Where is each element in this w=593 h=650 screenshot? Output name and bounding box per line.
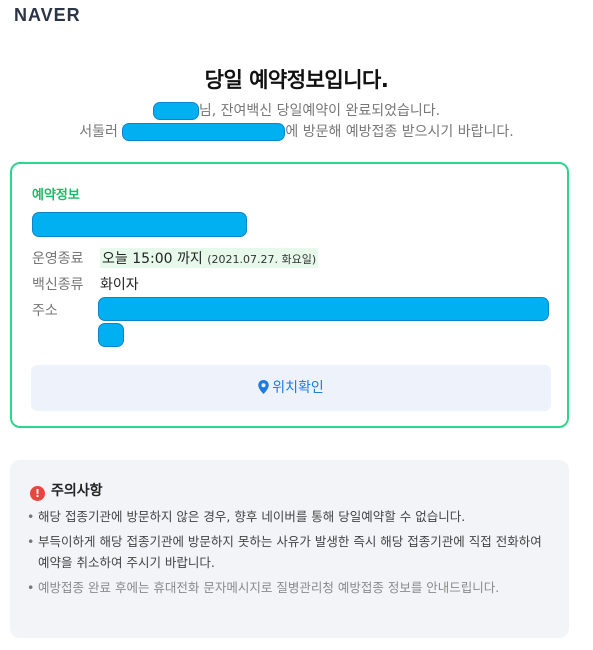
notice-title-text: 주의사항 [51, 483, 103, 499]
message-line-2: 서둘러 에 방문해 예방접종 받으시기 바랍니다. [0, 122, 593, 143]
operating-hours-value: 오늘 15:00 까지 (2021.07.27. 화요일) [100, 248, 319, 268]
message-line1-text: 님, 잔여백신 당일예약이 완료되었습니다. [198, 103, 441, 119]
message-line2-prefix: 서둘러 [79, 124, 123, 140]
redacted-clinic-name [122, 123, 286, 141]
operating-hours-time: 오늘 15:00 까지 [102, 251, 203, 267]
notice-item: 해당 접종기관에 방문하지 않은 경우, 향후 네이버를 통해 당일예약할 수 … [27, 506, 552, 527]
map-pin-icon [258, 379, 269, 394]
reservation-info-card: 예약정보 운영종료 오늘 15:00 까지 (2021.07.27. 화요일) … [10, 162, 569, 428]
message-line2-suffix: 에 방문해 예방접종 받으시기 바랍니다. [285, 124, 514, 140]
redacted-user-name [152, 102, 199, 120]
vaccine-type-value: 화이자 [100, 277, 139, 293]
reservation-section-label: 예약정보 [32, 188, 80, 203]
redacted-clinic-title [32, 212, 247, 237]
exclamation-circle-icon: ! [30, 486, 45, 501]
naver-logo[interactable]: NAVER [14, 5, 81, 26]
address-label: 주소 [32, 303, 58, 319]
address-row: 주소 [32, 300, 58, 320]
vaccine-type-label: 백신종류 [32, 277, 84, 293]
operating-hours-row: 운영종료 오늘 15:00 까지 (2021.07.27. 화요일) [32, 248, 319, 268]
notice-box: ! 주의사항 해당 접종기관에 방문하지 않은 경우, 향후 네이버를 통해 당일… [10, 460, 569, 638]
confirmation-message: 님, 잔여백신 당일예약이 완료되었습니다. 서둘러 에 방문해 예방접종 받으… [0, 101, 593, 143]
notice-title: ! 주의사항 [30, 480, 103, 501]
location-check-button[interactable]: 위치확인 [31, 365, 551, 411]
notice-item: 예방접종 완료 후에는 휴대전화 문자메시지로 질병관리청 예방접종 정보를 안… [27, 577, 552, 598]
redacted-address-line-2 [98, 323, 124, 347]
vaccine-type-row: 백신종류 화이자 [32, 274, 139, 294]
notice-list: 해당 접종기관에 방문하지 않은 경우, 향후 네이버를 통해 당일예약할 수 … [27, 506, 552, 602]
operating-hours-label: 운영종료 [32, 251, 84, 267]
redacted-address-line-1 [98, 297, 549, 321]
notice-item: 부득이하게 해당 접종기관에 방문하지 못하는 사유가 발생한 즉시 해당 접종… [27, 531, 552, 573]
message-line-1: 님, 잔여백신 당일예약이 완료되었습니다. [0, 101, 593, 122]
operating-hours-date: (2021.07.27. 화요일) [207, 253, 317, 266]
location-check-label[interactable]: 위치확인 [272, 380, 324, 396]
page-title: 당일 예약정보입니다. [204, 68, 389, 92]
